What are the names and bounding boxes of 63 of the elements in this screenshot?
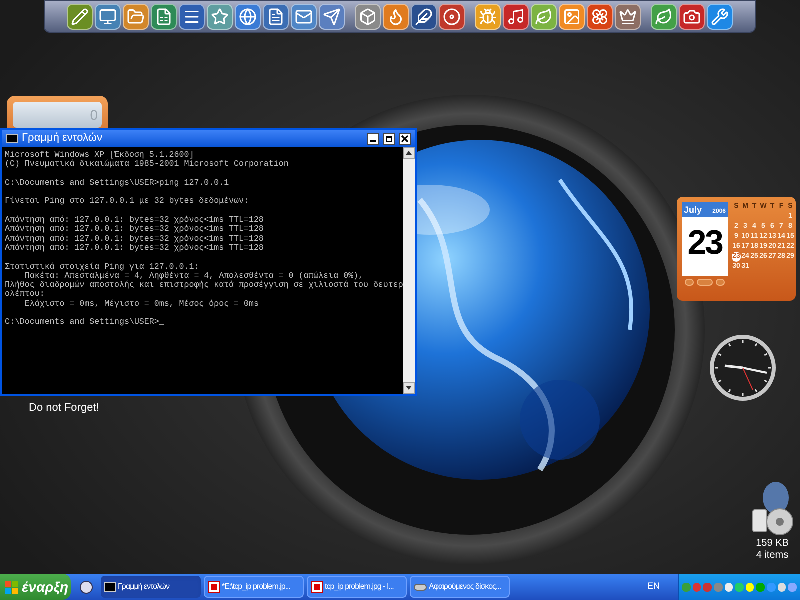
send-icon[interactable] bbox=[319, 4, 345, 30]
maximize-button[interactable] bbox=[383, 132, 395, 144]
image-icon bbox=[208, 581, 220, 593]
scroll-up-icon[interactable] bbox=[403, 147, 415, 159]
image-icon[interactable] bbox=[559, 4, 585, 30]
menu-icon[interactable] bbox=[179, 4, 205, 30]
console-icon bbox=[104, 582, 116, 592]
window-title: Γραμμή εντολών bbox=[22, 131, 104, 146]
drive-icon bbox=[414, 584, 427, 590]
start-button[interactable]: έναρξη bbox=[0, 574, 71, 600]
console-line: (C) Πνευματικά δικαιώματα 1985-2001 Microsoft Corporation bbox=[5, 160, 290, 170]
language-indicator[interactable]: EN bbox=[647, 580, 660, 594]
console-line: ολέπτου: bbox=[5, 290, 46, 300]
console-line: Απάντηση από: 127.0.0.1: bytes=32 χρόνος<1ms TTL=128 bbox=[5, 234, 265, 244]
note-value: 0 bbox=[90, 106, 98, 124]
taskbar-button[interactable]: Αφαιρούμενος δίσκος... bbox=[410, 576, 510, 598]
console-line: Microsoft Windows XP [Έκδοση 5.1.2600] bbox=[5, 151, 196, 160]
leaf-icon[interactable] bbox=[651, 4, 677, 30]
console-line: C:\Documents and Settings\USER>ping 127.0.0.1 bbox=[5, 178, 230, 188]
folder-icon[interactable] bbox=[123, 4, 149, 30]
wrench-icon[interactable] bbox=[707, 4, 733, 30]
drive-size: 159 KB bbox=[756, 538, 789, 550]
today-button[interactable] bbox=[697, 279, 713, 286]
feather-icon[interactable] bbox=[411, 4, 437, 30]
console-line: Απάντηση από: 127.0.0.1: bytes=32 χρόνος<1ms TTL=128 bbox=[5, 216, 265, 226]
taskbar-button[interactable]: Γραμμή εντολών bbox=[101, 576, 201, 598]
pencil-icon[interactable] bbox=[67, 4, 93, 30]
leaf-icon[interactable] bbox=[531, 4, 557, 30]
document-icon[interactable] bbox=[263, 4, 289, 30]
console-line: C:\Documents and Settings\USER>_ bbox=[5, 318, 166, 328]
console-line: Απάντηση από: 127.0.0.1: bytes=32 χρόνος<1ms TTL=128 bbox=[5, 225, 265, 234]
close-button[interactable] bbox=[399, 132, 411, 144]
taskbar-button[interactable]: tcp_ip problem.jpg - I... bbox=[307, 576, 407, 598]
box-icon[interactable] bbox=[355, 4, 381, 30]
crown-icon[interactable] bbox=[615, 4, 641, 30]
month-label: July bbox=[684, 204, 702, 217]
console-icon bbox=[6, 134, 18, 143]
console-line: Γίνεται Ping στο 127.0.0.1 με 32 bytes δεδομένων: bbox=[5, 197, 250, 207]
console-line: Ελάχιστο = 0ms, Μέγιστο = 0ms, Μέσος όρος = 0ms bbox=[24, 300, 260, 310]
spreadsheet-icon[interactable] bbox=[151, 4, 177, 30]
scrollbar[interactable] bbox=[403, 147, 415, 394]
image-icon bbox=[311, 581, 323, 593]
previous-button[interactable] bbox=[685, 279, 694, 286]
console-line: Απάντηση από: 127.0.0.1: bytes=32 χρόνος<1ms TTL=128 bbox=[5, 244, 265, 254]
camera-icon[interactable] bbox=[679, 4, 705, 30]
music-icon[interactable] bbox=[503, 4, 529, 30]
globe-icon[interactable] bbox=[235, 4, 261, 30]
next-button[interactable] bbox=[716, 279, 725, 286]
taskbar-button[interactable]: *E:\tcp_ip problem.jp... bbox=[204, 576, 304, 598]
console-line: Στατιστικά στοιχεία Ping για 127.0.0.1: bbox=[5, 262, 200, 272]
mail-icon[interactable] bbox=[291, 4, 317, 30]
console-line: Πακέτα: Απεσταλμένα = 4, Ληφθέντα = 4, Απολεσθέντα = 0 (απώλεια 0%), bbox=[24, 272, 364, 281]
drive-icon bbox=[750, 480, 796, 538]
note-caption: Do not Forget! bbox=[29, 401, 100, 416]
quick-launch-icon[interactable] bbox=[80, 580, 93, 594]
windows-logo-icon bbox=[5, 580, 18, 594]
flower-icon[interactable] bbox=[587, 4, 613, 30]
drive-items: 4 items bbox=[756, 550, 789, 562]
scroll-down-icon[interactable] bbox=[403, 382, 415, 394]
day-number: 23 bbox=[686, 223, 724, 264]
monitor-icon[interactable] bbox=[95, 4, 121, 30]
minimize-button[interactable] bbox=[367, 132, 379, 144]
console-line: Πλήθος διαδρομών αποστολής και επιστροφής κατά προσέγγιση σε χιλιοστά του δευτερ bbox=[5, 281, 403, 290]
